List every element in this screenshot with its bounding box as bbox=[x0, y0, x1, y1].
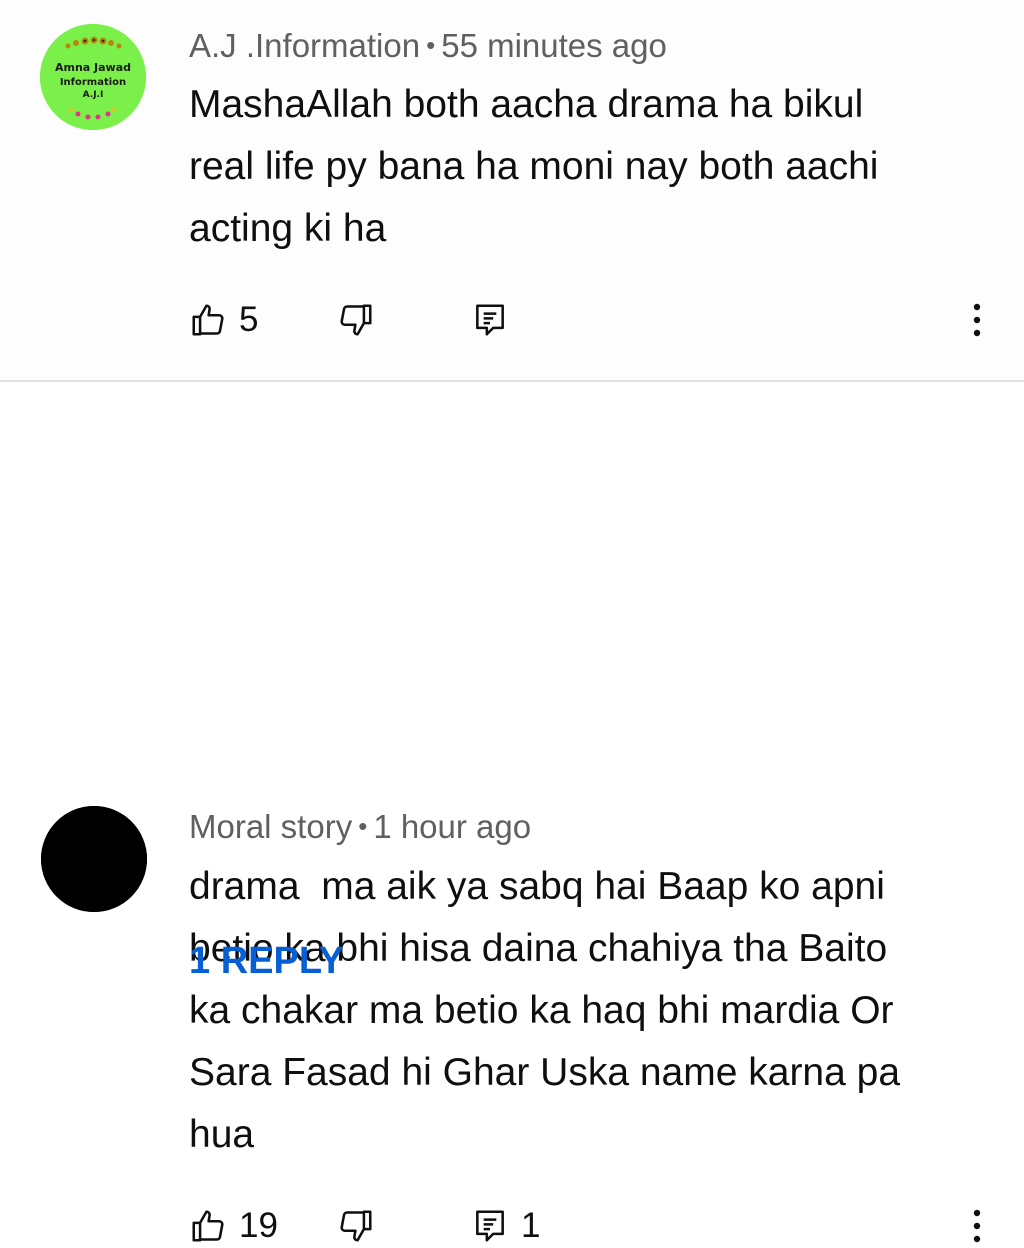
author-name[interactable]: Moral story bbox=[189, 808, 352, 845]
comment-time[interactable]: 1 hour ago bbox=[373, 808, 531, 845]
reply-count: 1 bbox=[521, 1206, 541, 1245]
comment-item: Moral story • 1 hour ago drama ma aik ya s… bbox=[0, 382, 1024, 1245]
more-options-button[interactable] bbox=[965, 298, 989, 342]
comment-item: Amna Jawad Information A.J.I A.J .Inform… bbox=[0, 0, 1024, 380]
like-button[interactable]: 5 bbox=[189, 298, 258, 342]
reply-comment-icon bbox=[476, 1210, 504, 1242]
thumb-up-icon bbox=[192, 1210, 224, 1242]
logo-line3: A.J.I bbox=[83, 90, 104, 100]
more-options-button[interactable] bbox=[965, 1204, 989, 1248]
comment-actions: 5 bbox=[189, 298, 1009, 342]
like-count: 5 bbox=[239, 300, 259, 339]
comment-time[interactable]: 55 minutes ago bbox=[441, 27, 667, 64]
dislike-button[interactable] bbox=[337, 1204, 375, 1248]
more-vert-icon bbox=[973, 1209, 981, 1243]
more-vert-icon bbox=[973, 303, 981, 337]
dislike-button[interactable] bbox=[337, 298, 375, 342]
meta-separator: • bbox=[358, 811, 368, 841]
black-circle-avatar bbox=[41, 806, 147, 912]
thumb-down-icon bbox=[340, 1210, 372, 1242]
reply-comment-icon bbox=[476, 304, 504, 336]
author-avatar[interactable]: Amna Jawad Information A.J.I bbox=[40, 24, 146, 130]
logo-line2: Information bbox=[60, 77, 126, 88]
comment-text: MashaAllah both aacha drama ha bikul rea… bbox=[189, 83, 879, 250]
logo-line1: Amna Jawad bbox=[55, 61, 131, 74]
comment-meta: A.J .Information • 55 minutes ago bbox=[189, 27, 667, 65]
like-count: 19 bbox=[239, 1206, 278, 1245]
like-button[interactable]: 19 bbox=[189, 1204, 278, 1248]
thumb-up-icon bbox=[192, 304, 224, 336]
meta-separator: • bbox=[426, 30, 436, 60]
reply-button[interactable]: 1 bbox=[471, 1204, 540, 1248]
comment-meta: Moral story • 1 hour ago bbox=[189, 808, 531, 846]
thumb-down-icon bbox=[340, 304, 372, 336]
reply-button[interactable] bbox=[471, 298, 521, 342]
channel-logo-icon: Amna Jawad Information A.J.I bbox=[40, 24, 146, 130]
author-avatar[interactable] bbox=[41, 806, 147, 912]
comment-text: drama ma aik ya sabq hai Baap ko apni be… bbox=[189, 865, 901, 1156]
author-name[interactable]: A.J .Information bbox=[189, 27, 420, 64]
view-replies-link[interactable]: 1 REPLY bbox=[189, 940, 344, 983]
comment-actions: 19 1 bbox=[189, 1204, 1009, 1248]
